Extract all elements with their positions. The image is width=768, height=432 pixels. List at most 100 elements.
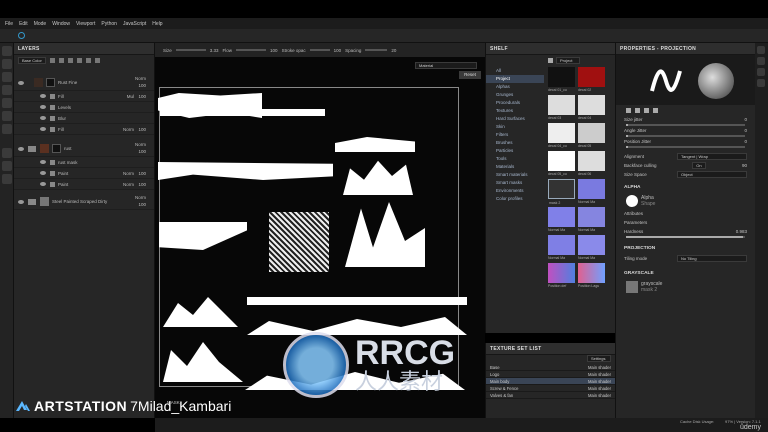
flow-slider[interactable] (236, 49, 267, 51)
layer-opacity[interactable]: 100 (138, 94, 146, 99)
layer-opacity[interactable]: 100 (138, 127, 146, 132)
visibility-eye-icon[interactable] (40, 116, 46, 120)
layer-opacity[interactable]: 100 (138, 202, 146, 207)
position-jitter-slider[interactable] (626, 146, 745, 148)
spacing-value[interactable]: 20 (391, 48, 396, 53)
texture-set-row[interactable]: Screw & Fence Main shader (486, 385, 615, 392)
shelf-item[interactable]: decal 02 (578, 67, 605, 92)
shelf-category[interactable]: All (486, 67, 544, 75)
size-jitter-slider[interactable] (626, 124, 745, 126)
shelf-category[interactable]: Color profiles (486, 195, 544, 203)
settings-icon[interactable] (757, 57, 765, 65)
menu-help[interactable]: Help (152, 21, 162, 27)
visibility-eye-icon[interactable] (40, 182, 46, 186)
visibility-eye-icon[interactable] (40, 160, 46, 164)
layer-opacity[interactable]: 100 (138, 182, 146, 187)
texture-settings-button[interactable]: Settings (587, 355, 611, 362)
shelf-category[interactable]: Smart masks (486, 179, 544, 187)
shelf-category[interactable]: Particles (486, 147, 544, 155)
flow-value[interactable]: 100 (270, 48, 278, 53)
shelf-category[interactable]: Tools (486, 155, 544, 163)
hardness-slider[interactable] (626, 236, 745, 238)
shelf-item[interactable]: decal 01_cu (548, 67, 575, 92)
menu-mode[interactable]: Mode (34, 21, 47, 27)
picker-tool-icon[interactable] (2, 124, 12, 134)
shelf-item[interactable]: Normal Ma (578, 179, 605, 204)
alpha-tab-icon[interactable] (635, 107, 640, 113)
alignment-select[interactable]: Tangent | Wrap (677, 153, 747, 160)
texture-set-icon[interactable] (757, 46, 765, 54)
display-settings-icon[interactable] (2, 161, 12, 171)
add-mask-icon[interactable] (68, 57, 73, 63)
shelf-category[interactable]: Grunges (486, 91, 544, 99)
geometry-tool-icon[interactable] (2, 85, 12, 95)
shelf-item[interactable]: decal 06 (578, 151, 605, 176)
parameters-row[interactable]: Parameters (616, 218, 755, 227)
size-jitter-value[interactable]: 0 (744, 117, 747, 122)
backface-angle-value[interactable]: 90 (742, 163, 747, 168)
layer-row[interactable]: Fill Norm 100 (14, 124, 154, 135)
shelf-item[interactable]: mask 2 (548, 179, 575, 205)
shelf-item[interactable]: Normal Ma (548, 207, 575, 232)
stencil-tab-icon[interactable] (644, 107, 649, 113)
reset-button[interactable]: Reset (459, 71, 481, 79)
layer-row[interactable]: rust Norm 100 (14, 141, 154, 157)
shelf-item[interactable]: decal 05 (578, 123, 605, 148)
viewport-mode-select[interactable]: Material (415, 62, 477, 69)
shelf-item[interactable]: Position Lagu (578, 263, 605, 288)
texture-set-row[interactable]: Logo Main shader (486, 371, 615, 378)
layer-blend-mode[interactable]: Norm (123, 171, 134, 176)
smudge-tool-icon[interactable] (2, 98, 12, 108)
texture-set-shader[interactable]: Main shader (588, 393, 611, 398)
projection-tool-icon[interactable] (2, 72, 12, 82)
visibility-eye-icon[interactable] (18, 199, 24, 204)
visibility-eye-icon[interactable] (18, 80, 24, 85)
layer-row[interactable]: Fill Mul 100 (14, 91, 154, 102)
shader-settings-icon[interactable] (2, 174, 12, 184)
shelf-category[interactable]: Environments (486, 187, 544, 195)
shelf-category[interactable]: Smart materials (486, 171, 544, 179)
menu-javascript[interactable]: JavaScript (123, 21, 146, 27)
material-tab-icon[interactable] (653, 107, 658, 113)
display-icon[interactable] (757, 68, 765, 76)
visibility-eye-icon[interactable] (40, 105, 46, 109)
shelf-category[interactable]: Alphas (486, 83, 544, 91)
eraser-tool-icon[interactable] (2, 59, 12, 69)
shelf-category[interactable]: Hard Surfaces (486, 115, 544, 123)
shelf-category[interactable]: Textures (486, 107, 544, 115)
filter-icon[interactable] (548, 57, 553, 63)
add-paint-layer-icon[interactable] (50, 57, 55, 63)
add-effect-icon[interactable] (77, 57, 82, 63)
shelf-category[interactable]: Procedurals (486, 99, 544, 107)
visibility-eye-icon[interactable] (40, 127, 46, 131)
visibility-eye-icon[interactable] (40, 171, 46, 175)
layer-row[interactable]: Levels (14, 102, 154, 113)
grayscale-resource[interactable]: grayscale mask 2 (616, 279, 755, 295)
stroke-value[interactable]: 100 (334, 48, 342, 53)
layer-blend-mode[interactable]: Norm (123, 182, 134, 187)
layer-blend-mode[interactable]: Mul (127, 94, 134, 99)
layer-blend-mode[interactable]: Norm (123, 127, 134, 132)
layer-row[interactable]: Steel Painted Scraped Dirty Norm 100 (14, 194, 154, 210)
layer-blend-mode[interactable]: Norm (135, 76, 146, 81)
texture-set-row[interactable]: Base Main shader (486, 364, 615, 371)
add-folder-icon[interactable] (86, 57, 91, 63)
attributes-row[interactable]: Attributes (616, 209, 755, 218)
visibility-eye-icon[interactable] (18, 146, 24, 151)
add-fill-layer-icon[interactable] (59, 57, 64, 63)
shelf-category[interactable]: Filters (486, 131, 544, 139)
tiling-select[interactable]: No Tiling (677, 255, 747, 262)
visibility-eye-icon[interactable] (40, 94, 46, 98)
shelf-item[interactable]: Normal Ma (578, 235, 605, 260)
shelf-item[interactable]: Normal Ma (578, 207, 605, 232)
delete-layer-icon[interactable] (95, 57, 100, 63)
stroke-slider[interactable] (309, 49, 330, 51)
camera-icon[interactable] (2, 148, 12, 158)
paint-tool-icon[interactable] (2, 46, 12, 56)
menu-python[interactable]: Python (101, 21, 117, 27)
texture-set-row[interactable]: Valves & fan Main shader (486, 392, 615, 399)
brush-tab-icon[interactable] (626, 107, 631, 113)
alpha-resource[interactable]: Alpha Shape (616, 193, 755, 209)
bake-icon[interactable] (757, 79, 765, 87)
shelf-item[interactable]: decal 05_cu (548, 151, 575, 176)
